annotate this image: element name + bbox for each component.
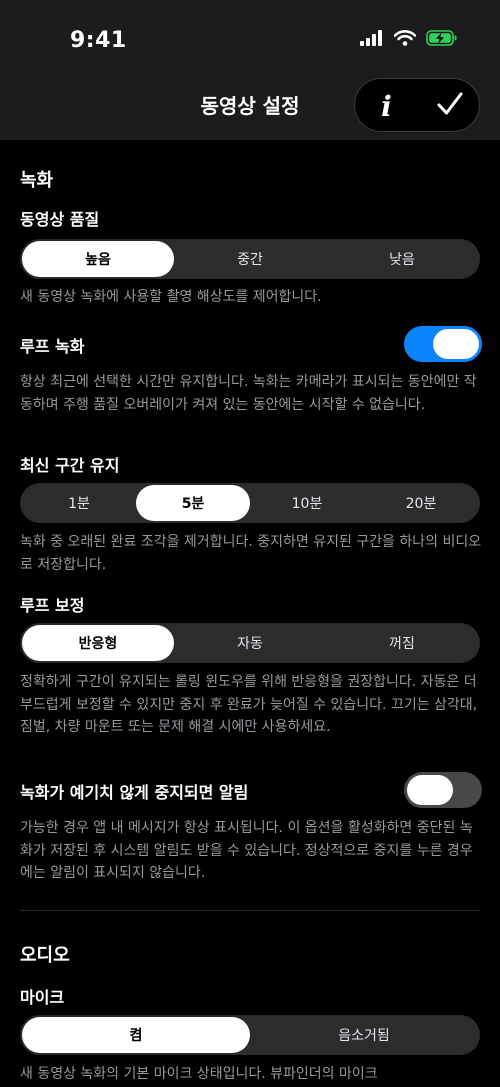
microphone-option-muted[interactable]: 음소거됨 <box>250 1017 478 1053</box>
status-time: 9:41 <box>70 28 127 53</box>
cellular-signal-icon <box>360 30 384 50</box>
microphone-segmented-control: 켬 음소거됨 <box>20 1015 480 1055</box>
stabilization-option-responsive[interactable]: 반응형 <box>22 625 174 661</box>
navigation-header: 9:41 동영상 설정 i <box>0 0 500 140</box>
nav-actions: i <box>354 78 480 132</box>
keep-option-1min[interactable]: 1분 <box>22 485 136 521</box>
settings-content: 녹화 동영상 품질 높음 중간 낮음 새 동영상 녹화에 사용할 촬영 해상도를… <box>0 140 500 1087</box>
keep-segment-description: 녹화 중 오래된 완료 조각을 제거합니다. 중지하면 유지된 구간을 하나의 … <box>20 534 482 573</box>
toggle-knob <box>433 329 479 359</box>
stop-alert-description: 가능한 경우 앱 내 메시지가 항상 표시됩니다. 이 옵션을 활성화하면 중단… <box>20 820 473 881</box>
keep-segment-label: 최신 구간 유지 <box>20 456 120 475</box>
quality-option-low[interactable]: 낮음 <box>326 241 478 277</box>
microphone-description: 새 동영상 녹화의 기본 마이크 상태입니다. 뷰파인더의 마이크 <box>20 1066 378 1082</box>
keep-option-20min[interactable]: 20분 <box>364 485 478 521</box>
stabilization-segmented-control: 반응형 자동 꺼짐 <box>20 623 480 663</box>
done-button[interactable] <box>418 79 481 133</box>
section-title-recording: 녹화 <box>20 170 54 191</box>
checkmark-icon <box>437 92 463 120</box>
section-divider <box>20 910 480 911</box>
keep-option-5min[interactable]: 5분 <box>136 485 250 521</box>
toggle-knob <box>407 775 453 805</box>
quality-description: 새 동영상 녹화에 사용할 촬영 해상도를 제어합니다. <box>20 289 322 305</box>
battery-charging-icon <box>426 30 458 50</box>
stabilization-option-off[interactable]: 꺼짐 <box>326 625 478 661</box>
loop-recording-description: 항상 최근에 선택한 시간만 유지합니다. 녹화는 카메라가 표시되는 동안에만… <box>20 374 477 413</box>
quality-option-high[interactable]: 높음 <box>22 241 174 277</box>
stabilization-option-auto[interactable]: 자동 <box>174 625 326 661</box>
microphone-option-on[interactable]: 켬 <box>22 1017 250 1053</box>
stabilization-description: 정확하게 구간이 유지되는 롤링 윈도우를 위해 반응형을 권장합니다. 자동은… <box>20 674 478 735</box>
quality-segmented-control: 높음 중간 낮음 <box>20 239 480 279</box>
stabilization-label: 루프 보정 <box>20 596 85 615</box>
info-icon: i <box>381 89 392 123</box>
info-button[interactable]: i <box>355 79 418 133</box>
keep-segment-segmented-control: 1분 5분 10분 20분 <box>20 483 480 523</box>
keep-option-10min[interactable]: 10분 <box>250 485 364 521</box>
quality-label: 동영상 품질 <box>20 210 100 229</box>
microphone-label: 마이크 <box>20 988 65 1007</box>
status-icons <box>360 30 458 50</box>
status-bar: 9:41 <box>0 0 500 80</box>
loop-recording-label: 루프 녹화 <box>20 337 85 356</box>
section-title-audio: 오디오 <box>20 945 70 966</box>
quality-option-medium[interactable]: 중간 <box>174 241 326 277</box>
loop-recording-toggle[interactable] <box>404 326 482 362</box>
stop-alert-toggle[interactable] <box>404 772 482 808</box>
wifi-icon <box>393 30 417 50</box>
stop-alert-label: 녹화가 예기치 않게 중지되면 알림 <box>20 783 249 802</box>
